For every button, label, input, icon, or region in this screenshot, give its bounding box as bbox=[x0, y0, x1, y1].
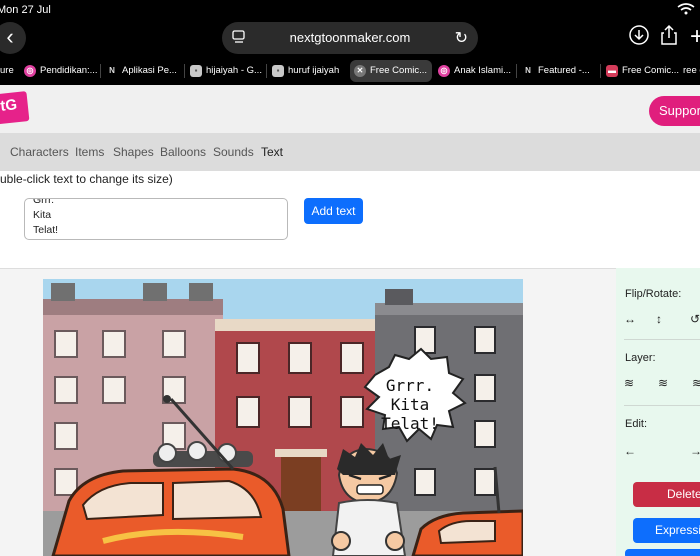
tab-label: Aplikasi Pe... bbox=[122, 65, 177, 76]
tab-9[interactable]: ▬ Free Comic... bbox=[602, 60, 682, 82]
tab-strip: ure ◎ Pendidikan:... N Aplikasi Pe... ▪ hij… bbox=[0, 58, 700, 85]
app-header: tG Support bbox=[0, 85, 700, 133]
support-button[interactable]: Support bbox=[649, 96, 700, 126]
app-logo[interactable]: tG bbox=[0, 91, 30, 125]
tab-10[interactable]: ree c bbox=[680, 60, 700, 82]
category-menu: Characters Items Shapes Balloons Sounds … bbox=[0, 133, 700, 171]
menu-characters[interactable]: Characters bbox=[10, 145, 69, 159]
tab-2[interactable]: ◎ Pendidikan:... bbox=[20, 60, 100, 82]
expressions-button[interactable]: Expressi bbox=[633, 518, 700, 543]
tab-label: Free Comic... bbox=[622, 65, 680, 76]
layer-label: Layer: bbox=[625, 352, 656, 364]
tab-separator bbox=[600, 64, 601, 78]
pink-site-icon: ◎ bbox=[24, 65, 36, 77]
edit-panel: Flip/Rotate: ↔ ↕ ↺ Layer: ≋ ≋ ≋ Edit: ← … bbox=[616, 268, 700, 556]
status-bar: Mon 27 Jul bbox=[0, 0, 700, 20]
n-site-icon: N bbox=[525, 66, 531, 75]
tab-label: huruf ijaiyah bbox=[288, 65, 340, 76]
chevron-left-icon: ‹ bbox=[6, 24, 14, 49]
n-site-icon: N bbox=[109, 66, 115, 75]
menu-items[interactable]: Items bbox=[75, 145, 104, 159]
tab-separator bbox=[100, 64, 101, 78]
tab-separator bbox=[516, 64, 517, 78]
layer-down-icon[interactable]: ≋ bbox=[624, 376, 634, 390]
pink-site-icon: ◎ bbox=[438, 65, 450, 77]
url-text: nextgtoonmaker.com bbox=[289, 30, 411, 45]
google-doc-icon: ▪ bbox=[190, 65, 202, 77]
tab-3[interactable]: N Aplikasi Pe... bbox=[102, 60, 182, 82]
text-hint: uble-click text to change its size) bbox=[0, 172, 173, 186]
arrow-right-icon[interactable]: → bbox=[690, 444, 700, 458]
browser-nav-bar: ‹ nextgtoonmaker.com ↻ + bbox=[0, 20, 700, 58]
address-bar[interactable]: nextgtoonmaker.com ↻ bbox=[222, 22, 478, 54]
panel-divider bbox=[624, 405, 700, 406]
layer-top-icon[interactable]: ≋ bbox=[692, 376, 700, 390]
menu-sounds[interactable]: Sounds bbox=[213, 145, 254, 159]
add-text-button[interactable]: Add text bbox=[304, 198, 363, 224]
tab-label: ure bbox=[0, 65, 14, 76]
text-input-line: Telat! bbox=[33, 224, 59, 236]
flip-rotate-label: Flip/Rotate: bbox=[625, 288, 682, 300]
tab-label: ree c bbox=[683, 65, 700, 76]
google-doc-icon: ▪ bbox=[272, 65, 284, 77]
layer-up-icon[interactable]: ≋ bbox=[658, 376, 668, 390]
text-input[interactable]: Grrr. Kita Telat! bbox=[24, 198, 288, 240]
rotate-icon[interactable]: ↺ bbox=[690, 312, 700, 326]
speech-bubble-line: Telat! bbox=[381, 414, 439, 433]
arrow-left-icon[interactable]: ← bbox=[624, 444, 636, 458]
status-date: Mon 27 Jul bbox=[0, 4, 51, 16]
tab-8[interactable]: N Featured -... bbox=[518, 60, 600, 82]
share-icon[interactable] bbox=[656, 24, 682, 50]
delete-button[interactable]: Delete bbox=[633, 482, 700, 507]
panel-divider bbox=[624, 339, 700, 340]
tab-label: hijaiyah - G... bbox=[206, 65, 262, 76]
reload-icon[interactable]: ↻ bbox=[455, 28, 468, 48]
tab-label: Pendidikan:... bbox=[40, 65, 98, 76]
flip-horizontal-icon[interactable]: ↔ bbox=[624, 312, 636, 326]
tab-7[interactable]: ◎ Anak Islami... bbox=[434, 60, 516, 82]
flip-vertical-icon[interactable]: ↕ bbox=[656, 312, 662, 326]
tab-label: Free Comic... bbox=[370, 65, 428, 76]
tab-5[interactable]: ▪ huruf ijaiyah bbox=[268, 60, 348, 82]
back-button[interactable]: ‹ bbox=[0, 22, 26, 54]
tab-label: Featured -... bbox=[538, 65, 590, 76]
text-input-line: Grrr. bbox=[33, 198, 54, 206]
tab-active[interactable]: ✕ Free Comic... bbox=[350, 60, 432, 82]
tab-1[interactable]: ure bbox=[0, 60, 20, 82]
download-icon[interactable] bbox=[626, 24, 652, 50]
text-input-line: Kita bbox=[33, 209, 52, 221]
comic-scene: Grrr. Kita Telat! bbox=[43, 279, 523, 556]
tab-4[interactable]: ▪ hijaiyah - G... bbox=[186, 60, 266, 82]
tab-separator bbox=[266, 64, 267, 78]
speech-bubble-line: Grrr. bbox=[386, 376, 434, 395]
close-tab-icon[interactable]: ✕ bbox=[354, 65, 366, 77]
tab-label: Anak Islami... bbox=[454, 65, 512, 76]
edit-label: Edit: bbox=[625, 418, 648, 430]
menu-shapes[interactable]: Shapes bbox=[113, 145, 154, 159]
menu-text[interactable]: Text bbox=[261, 145, 283, 159]
tab-separator bbox=[184, 64, 185, 78]
comic-canvas[interactable]: Grrr. Kita Telat! bbox=[43, 279, 523, 556]
speech-bubble-line: Kita bbox=[391, 395, 430, 414]
wifi-icon bbox=[676, 3, 696, 18]
new-tab-icon[interactable]: + bbox=[684, 24, 700, 50]
flag-site-icon: ▬ bbox=[606, 65, 618, 77]
menu-balloons[interactable]: Balloons bbox=[160, 145, 206, 159]
panel-button[interactable] bbox=[625, 549, 700, 556]
